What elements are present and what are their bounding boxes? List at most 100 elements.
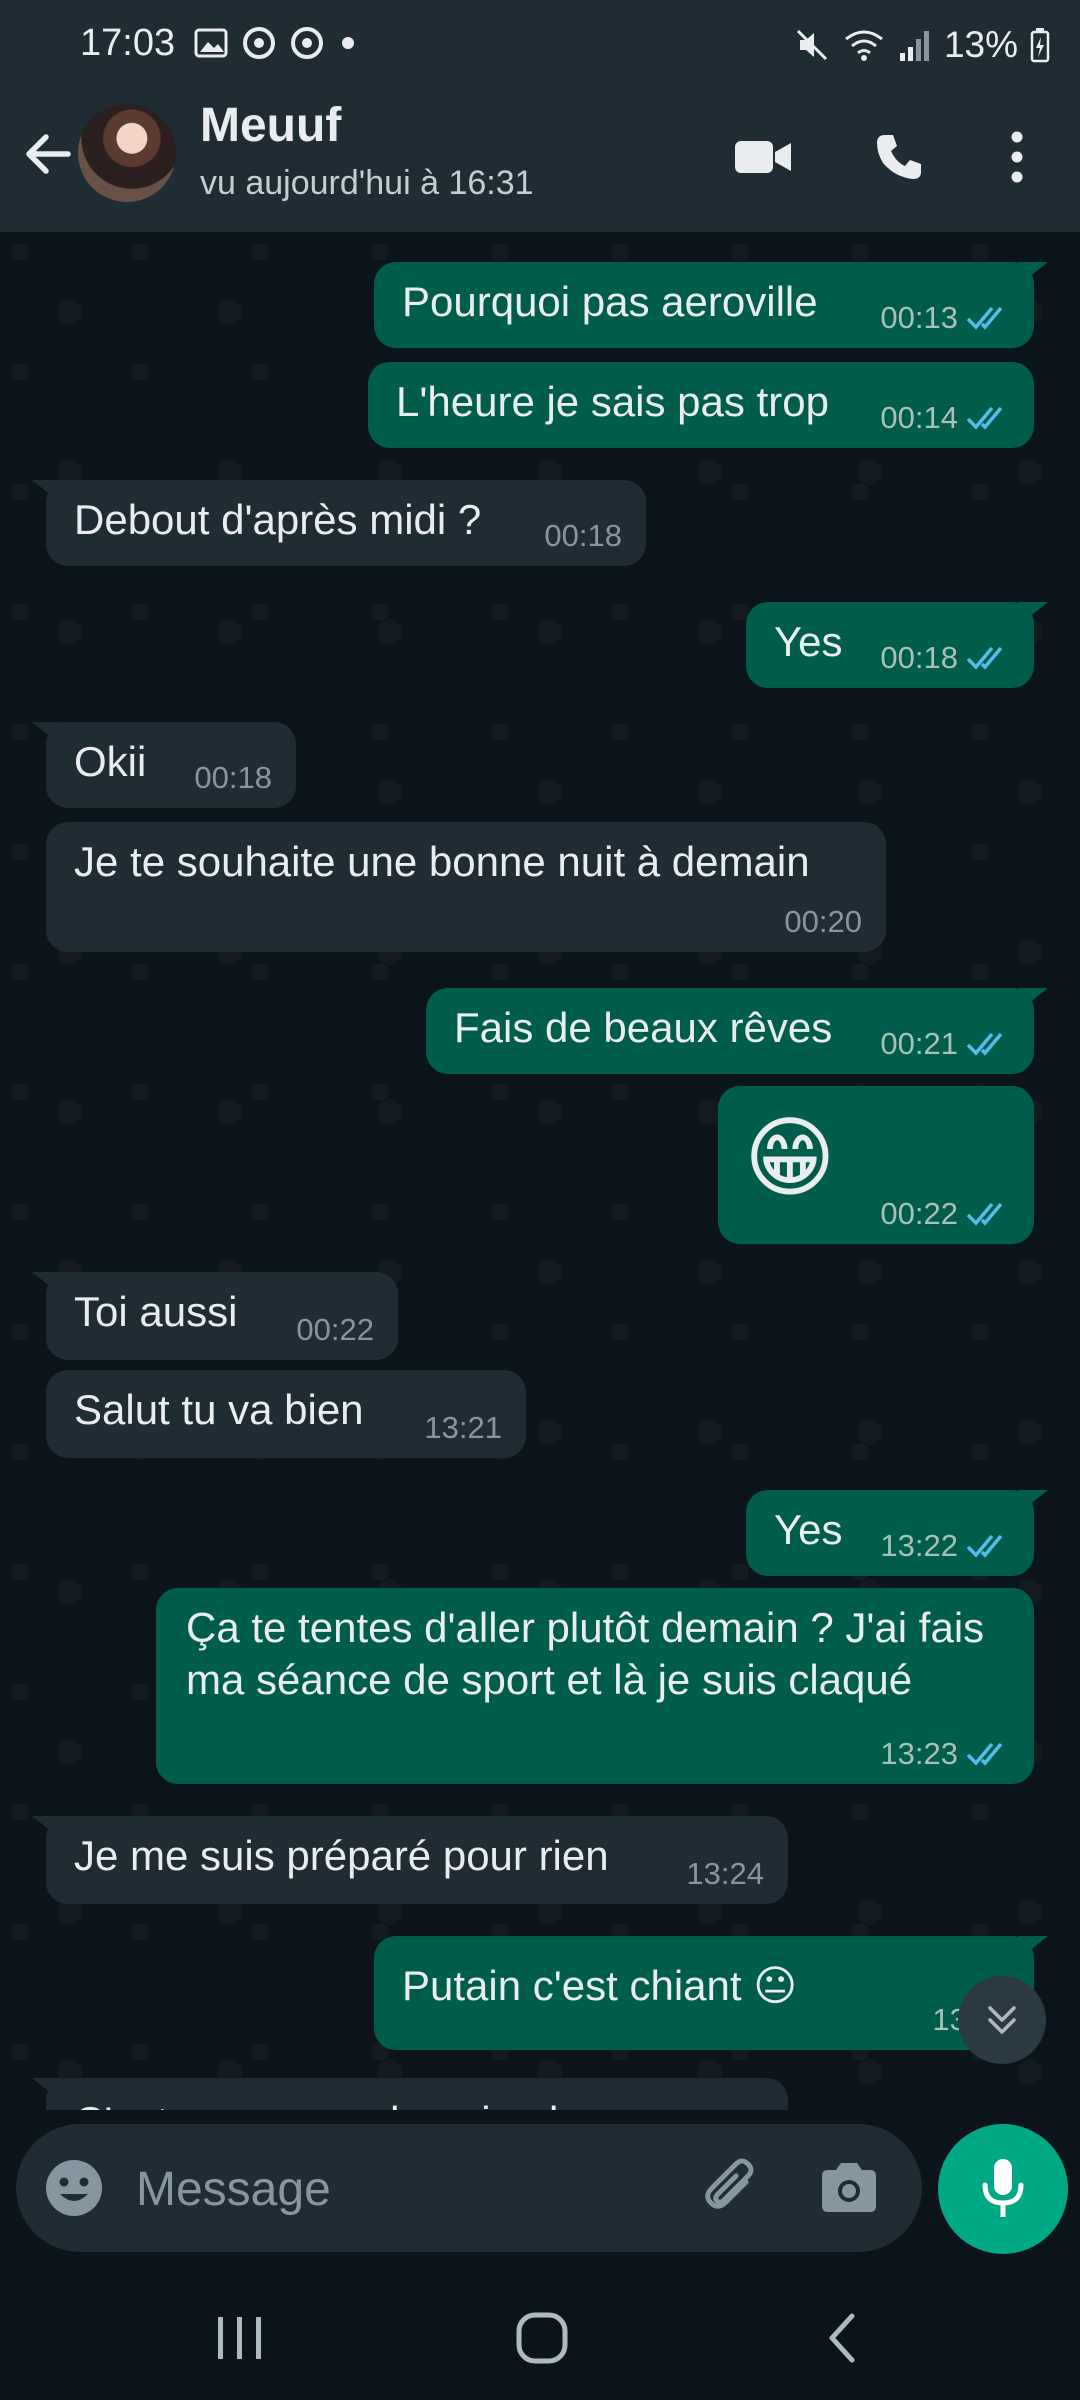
message-text: Toi aussi <box>74 1288 238 1335</box>
message-input[interactable] <box>134 2154 678 2224</box>
read-receipt-icon <box>966 1742 1003 1766</box>
message-bubble-out[interactable]: L'heure je sais pas trop 00:14 <box>368 362 1034 448</box>
recent-apps-icon <box>218 2317 261 2359</box>
bubble-tail <box>32 722 62 746</box>
back-arrow-icon <box>26 134 71 174</box>
dot-icon <box>342 37 354 49</box>
back-chevron-icon <box>829 2313 855 2363</box>
bubble-tail <box>32 1272 62 1296</box>
bubble-tail <box>32 1816 62 1840</box>
message-time: 00:22 <box>880 1196 958 1231</box>
message-bubble-in[interactable]: Toi aussi 00:22 <box>32 1272 398 1360</box>
voice-call-button[interactable] <box>864 122 934 192</box>
contact-name[interactable]: Meuuf <box>200 98 341 153</box>
message-text: Debout d'après midi ? <box>74 496 482 543</box>
message-time: 13:24 <box>686 1856 764 1891</box>
message-text: Yes <box>774 618 843 665</box>
message-text: L'heure je sais pas trop <box>396 378 829 425</box>
message-bubble-in[interactable]: Debout d'après midi ? 00:18 <box>32 480 646 566</box>
message-bubble-out[interactable]: 😁 00:22 <box>718 1086 1034 1244</box>
mic-icon <box>982 2159 1024 2217</box>
chat-area[interactable]: Pourquoi pas aeroville 00:13 L'heure je … <box>0 232 1080 2110</box>
message-bubble-out[interactable]: Ça te tentes d'aller plutôt demain ? J'a… <box>156 1588 1034 1784</box>
voice-message-button[interactable] <box>938 2124 1068 2254</box>
read-receipt-icon <box>966 1534 1003 1558</box>
attach-icon <box>705 2158 754 2209</box>
attach-button[interactable] <box>696 2154 766 2224</box>
more-vert-icon <box>1011 131 1023 183</box>
message-bubble-out[interactable]: Yes 13:22 <box>746 1490 1048 1576</box>
message-time: 00:22 <box>296 1312 374 1347</box>
more-options-button[interactable] <box>982 122 1052 192</box>
message-bubble-in[interactable]: Je te souhaite une bonne nuit à demain 0… <box>46 822 886 952</box>
message-time: 13:22 <box>880 1528 958 1563</box>
message-bubble-in[interactable]: Je me suis préparé pour rien 13:24 <box>32 1816 788 1904</box>
message-text: C'est pas grave demain alors <box>74 2096 617 2110</box>
status-bar: 17:03 13% <box>0 0 1080 94</box>
battery-percent: 13% <box>943 24 1018 65</box>
bubble-tail <box>1018 1490 1048 1514</box>
avatar[interactable] <box>78 104 176 202</box>
message-bubble-in[interactable]: C'est pas grave demain alors <box>32 2078 788 2110</box>
message-text: Salut tu va bien <box>74 1386 364 1433</box>
message-input-container <box>16 2124 922 2252</box>
battery-icon <box>1030 28 1050 63</box>
system-nav-bar <box>0 2270 1080 2400</box>
read-receipt-icon <box>966 1032 1003 1056</box>
emoji-icon <box>46 2160 102 2216</box>
image-icon <box>194 28 228 58</box>
scroll-to-bottom-button[interactable] <box>958 1976 1046 2064</box>
message-time: 00:18 <box>194 760 272 795</box>
home-button[interactable] <box>502 2298 582 2378</box>
emoji-button[interactable] <box>42 2156 106 2220</box>
message-time: 13:21 <box>424 1410 502 1445</box>
read-receipt-icon <box>966 646 1003 670</box>
wifi-icon <box>845 30 883 61</box>
bubble-tail <box>1018 988 1048 1012</box>
last-seen[interactable]: vu aujourd'hui à 16:31 <box>200 164 534 203</box>
bubble-tail <box>1018 602 1048 626</box>
back-nav-button[interactable] <box>802 2298 882 2378</box>
phone-icon <box>877 135 921 179</box>
bubble-tail <box>32 2078 62 2102</box>
back-button[interactable] <box>18 124 78 184</box>
bubble-tail <box>32 480 62 504</box>
camera-button[interactable] <box>816 2156 882 2222</box>
read-receipt-icon <box>966 406 1003 430</box>
video-call-icon <box>735 141 791 173</box>
message-bubble-in[interactable]: Salut tu va bien 13:21 <box>46 1370 526 1458</box>
message-text: Je te souhaite une bonne nuit à demain <box>74 838 810 885</box>
video-call-button[interactable] <box>728 122 798 192</box>
message-time: 00:13 <box>880 300 958 335</box>
message-bubble-out[interactable]: Fais de beaux rêves 00:21 <box>426 988 1048 1074</box>
message-bubble-out[interactable]: Yes 00:18 <box>746 602 1048 688</box>
message-text: Ça te tentes d'aller plutôt demain ? J'a… <box>186 1604 985 1703</box>
message-bubble-out[interactable]: Putain c'est chiant 😐 13:26 <box>374 1936 1048 2050</box>
read-receipt-icon <box>966 1202 1003 1226</box>
message-time: 00:18 <box>544 518 622 553</box>
message-text: Yes <box>774 1506 843 1553</box>
camera-icon <box>822 2163 876 2212</box>
message-text: Je me suis préparé pour rien <box>74 1832 609 1879</box>
message-text: Fais de beaux rêves <box>454 1004 833 1051</box>
message-text: Pourquoi pas aeroville <box>402 278 818 325</box>
message-bubble-in[interactable]: Okii 00:18 <box>32 722 296 808</box>
composer-bar <box>0 2110 1080 2270</box>
home-icon <box>516 2312 568 2364</box>
mute-icon <box>796 29 827 61</box>
chat-header: Meuuf vu aujourd'hui à 16:31 <box>0 94 1080 232</box>
message-bubble-out[interactable]: Pourquoi pas aeroville 00:13 <box>374 262 1048 348</box>
message-time: 00:20 <box>784 904 862 939</box>
message-time: 13:23 <box>880 1736 958 1771</box>
message-text: Putain c'est chiant 😐 <box>402 1962 798 2009</box>
bubble-tail <box>1018 262 1048 286</box>
recent-apps-button[interactable] <box>200 2298 280 2378</box>
signal-icon <box>899 31 929 61</box>
double-chevron-down-icon <box>988 2006 1016 2034</box>
message-emoji: 😁 <box>744 1108 836 1207</box>
chrome-icon <box>291 27 323 59</box>
message-text: Okii <box>74 738 147 785</box>
status-time: 17:03 <box>80 22 176 64</box>
message-time: 00:21 <box>880 1026 958 1061</box>
read-receipt-icon <box>966 306 1003 330</box>
